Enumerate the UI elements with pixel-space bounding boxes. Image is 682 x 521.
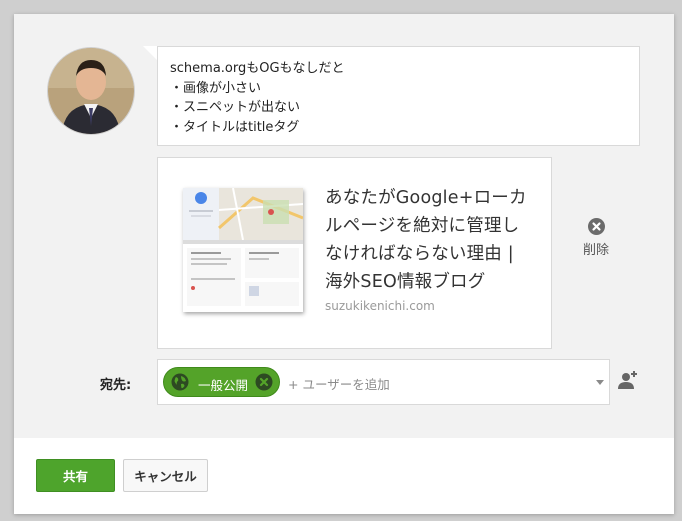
share-dialog: schema.orgもOGもなしだと ・画像が小さい ・スニペットが出ない ・タ… [14, 14, 674, 514]
post-text-line: ・タイトルはtitleタグ [170, 119, 300, 135]
public-audience-label: 一般公開 [198, 378, 249, 393]
close-circle-icon [587, 218, 605, 235]
cancel-button[interactable]: キャンセル [123, 459, 208, 492]
post-text-line: schema.orgもOGもなしだと [170, 61, 345, 76]
post-text[interactable]: schema.orgもOGもなしだと ・画像が小さい ・スニペットが出ない ・タ… [157, 46, 640, 146]
link-preview-card: あなたがGoogle+ローカルページを絶対に管理しなければならない理由 | 海外… [157, 157, 552, 349]
public-audience-chip[interactable]: 一般公開 [163, 367, 280, 397]
link-preview-thumbnail[interactable] [183, 188, 303, 312]
audience-label: 宛先: [100, 378, 132, 393]
chevron-down-icon[interactable] [596, 380, 604, 385]
message-bubble-tail [143, 46, 157, 60]
remove-preview-label: 削除 [582, 243, 609, 258]
globe-icon [171, 373, 189, 391]
link-preview-title[interactable]: あなたがGoogle+ローカルページを絶対に管理しなければならない理由 | 海外… [325, 184, 530, 296]
remove-preview-button[interactable]: 削除 [574, 218, 618, 258]
person-add-icon[interactable] [615, 370, 637, 392]
avatar [48, 48, 134, 134]
share-button[interactable]: 共有 [36, 459, 115, 492]
post-text-line: ・画像が小さい [170, 80, 262, 96]
link-preview-domain: suzukikenichi.com [325, 299, 435, 313]
post-text-line: ・スニペットが出ない [170, 100, 301, 115]
compose-area: schema.orgもOGもなしだと ・画像が小さい ・スニペットが出ない ・タ… [14, 14, 674, 438]
close-circle-icon[interactable] [255, 373, 273, 391]
add-user-input[interactable]: + ユーザーを追加 [288, 374, 390, 393]
audience-field[interactable]: 一般公開 + ユーザーを追加 [157, 359, 610, 405]
